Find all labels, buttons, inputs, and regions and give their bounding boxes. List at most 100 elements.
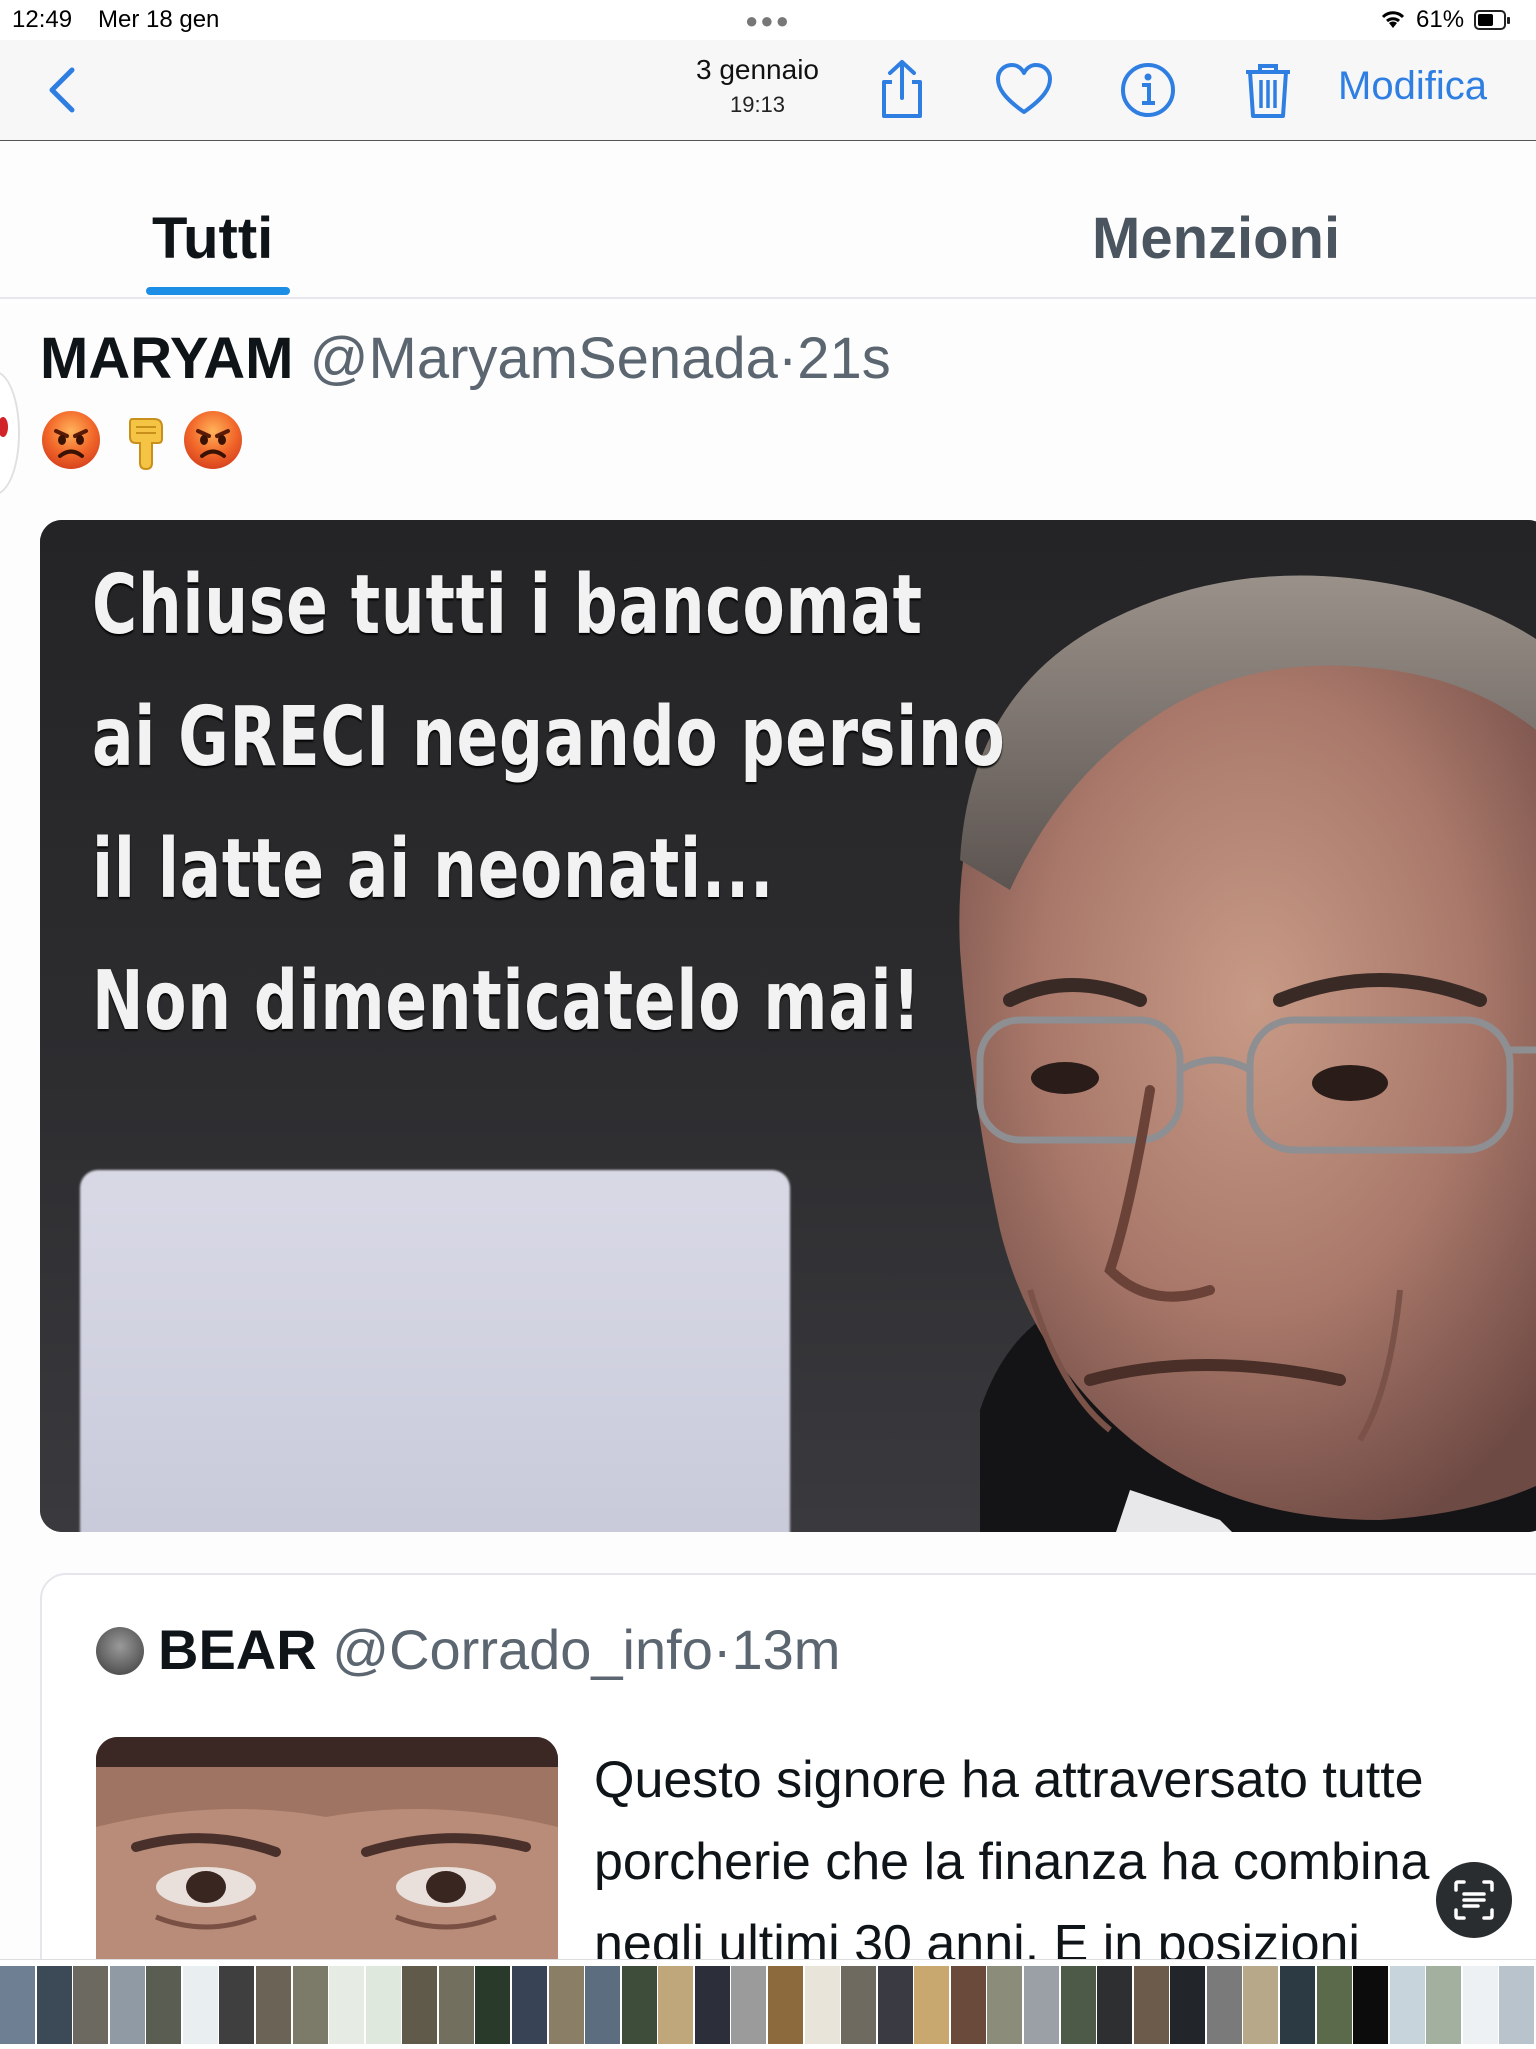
- angry-face-icon: [184, 411, 242, 469]
- separator: ·: [777, 326, 798, 391]
- thumbnail-strip[interactable]: [0, 1959, 1536, 2049]
- photo-thumbnail[interactable]: [110, 1966, 145, 2044]
- photo-thumbnail[interactable]: [549, 1966, 584, 2044]
- photo-thumbnail[interactable]: [841, 1966, 876, 2044]
- share-icon: [882, 60, 922, 118]
- caption-line: Chiuse tutti i bancomat: [92, 558, 923, 653]
- photo-thumbnail[interactable]: [37, 1966, 72, 2044]
- quoted-avatar: [96, 1627, 144, 1675]
- photo-thumbnail[interactable]: [1280, 1966, 1315, 2044]
- photo-thumbnail[interactable]: [1207, 1966, 1242, 2044]
- photo-thumbnail[interactable]: [951, 1966, 986, 2044]
- caption-line: Non dimenticatelo mai!: [92, 954, 922, 1049]
- photo-thumbnail[interactable]: [1390, 1966, 1425, 2044]
- photo-thumbnail[interactable]: [585, 1966, 620, 2044]
- photo-thumbnail[interactable]: [1353, 1966, 1388, 2044]
- chevron-left-icon: [49, 67, 75, 113]
- quoted-text-line: negli ultimi 30 anni. E in posizioni: [594, 1915, 1360, 1959]
- status-bar: 12:49 Mer 18 gen ●●● 61%: [0, 0, 1536, 40]
- quoted-text-line: porcherie che la finanza ha combina: [594, 1833, 1430, 1891]
- delete-button[interactable]: [1236, 58, 1300, 122]
- caption-line: il latte ai neonati...: [92, 822, 775, 917]
- photo-time: 19:13: [729, 92, 786, 117]
- share-button[interactable]: [870, 58, 934, 122]
- photo-thumbnail[interactable]: [1097, 1966, 1132, 2044]
- blurred-monitor: [80, 1170, 790, 1532]
- info-icon: [1121, 63, 1175, 117]
- author-name: MARYAM: [40, 326, 294, 391]
- status-date: Mer 18 gen: [98, 6, 220, 33]
- trash-icon: [1246, 64, 1290, 118]
- avatar: [0, 371, 20, 495]
- favorite-button[interactable]: [992, 58, 1056, 122]
- photo-thumbnail[interactable]: [475, 1966, 510, 2044]
- photo-thumbnail[interactable]: [1463, 1966, 1498, 2044]
- tab-mentions: Menzioni: [1092, 206, 1341, 271]
- caption-line: ai GRECI negando persino: [92, 690, 1006, 785]
- quoted-tweet-age: 13m: [731, 1618, 841, 1681]
- photo-date: 3 gennaio: [695, 54, 819, 85]
- photo-thumbnail[interactable]: [73, 1966, 108, 2044]
- active-tab-indicator: [146, 287, 290, 295]
- photo-thumbnail[interactable]: [878, 1966, 913, 2044]
- heart-icon: [996, 63, 1052, 114]
- quoted-tweet-image: [96, 1737, 558, 1959]
- battery-percent: 61%: [1416, 6, 1465, 33]
- tweet-age: 21s: [797, 326, 891, 391]
- thumbnail-list: [0, 1966, 1536, 2044]
- photo-thumbnail[interactable]: [293, 1966, 328, 2044]
- photo-thumbnail[interactable]: [0, 1966, 35, 2044]
- status-time: 12:49: [12, 6, 73, 33]
- photo-thumbnail[interactable]: [987, 1966, 1022, 2044]
- quoted-tweet-text: Questo signore ha attraversato tutte por…: [594, 1739, 1536, 1959]
- quoted-author-handle: @Corrado_info: [332, 1618, 713, 1681]
- back-button[interactable]: [40, 62, 90, 118]
- photo-thumbnail[interactable]: [1061, 1966, 1096, 2044]
- photo-thumbnail[interactable]: [1024, 1966, 1059, 2044]
- author-handle: @MaryamSenada: [309, 326, 778, 391]
- live-text-button[interactable]: [1436, 1862, 1512, 1938]
- edit-button[interactable]: Modifica: [1338, 64, 1487, 109]
- tweet-tabs: Tutti Menzioni: [0, 141, 1536, 299]
- photo-thumbnail[interactable]: [256, 1966, 291, 2044]
- photo-thumbnail[interactable]: [219, 1966, 254, 2044]
- photo-thumbnail[interactable]: [914, 1966, 949, 2044]
- battery-icon: [1474, 10, 1510, 30]
- quoted-tweet: BEAR @Corrado_info·13m Questo signore ha…: [40, 1573, 1536, 1959]
- photo-date-title: 3 gennaio 19:13: [640, 54, 875, 118]
- tweet-image: Chiuse tutti i bancomat ai GRECI negando…: [40, 520, 1536, 1532]
- photo-thumbnail[interactable]: [1499, 1966, 1534, 2044]
- tab-all: Tutti: [152, 206, 274, 271]
- pointing-down-icon: [129, 418, 163, 471]
- separator: ·: [712, 1618, 732, 1681]
- angry-face-icon: [42, 411, 100, 469]
- photo-thumbnail[interactable]: [1426, 1966, 1461, 2044]
- photo-thumbnail[interactable]: [805, 1966, 840, 2044]
- photo-thumbnail[interactable]: [768, 1966, 803, 2044]
- tweet-author: MARYAM @MaryamSenada·21s: [40, 325, 891, 392]
- man-portrait-image: [959, 575, 1536, 1532]
- photo-thumbnail[interactable]: [731, 1966, 766, 2044]
- photo-thumbnail[interactable]: [1243, 1966, 1278, 2044]
- photo-thumbnail[interactable]: [439, 1966, 474, 2044]
- photo-thumbnail[interactable]: [695, 1966, 730, 2044]
- photo-thumbnail[interactable]: [658, 1966, 693, 2044]
- photo-thumbnail[interactable]: [1170, 1966, 1205, 2044]
- photo-thumbnail[interactable]: [183, 1966, 218, 2044]
- image-caption: Chiuse tutti i bancomat ai GRECI negando…: [92, 540, 1006, 1068]
- photo-thumbnail[interactable]: [622, 1966, 657, 2044]
- info-button[interactable]: [1116, 58, 1180, 122]
- photo-thumbnail[interactable]: [146, 1966, 181, 2044]
- photo-thumbnail[interactable]: [366, 1966, 401, 2044]
- photo-content: Tutti Menzioni MARYAM @MaryamSenada·21s: [0, 141, 1536, 1959]
- wifi-icon: [1380, 8, 1406, 36]
- photo-thumbnail[interactable]: [1317, 1966, 1352, 2044]
- photo-thumbnail[interactable]: [512, 1966, 547, 2044]
- photo-thumbnail[interactable]: [1134, 1966, 1169, 2044]
- photo-toolbar: 3 gennaio 19:13 Modifica: [0, 40, 1536, 141]
- multitasking-dots-icon[interactable]: ●●●: [745, 8, 791, 34]
- quoted-text-line: Questo signore ha attraversato tutte: [594, 1751, 1424, 1809]
- live-text-icon: [1454, 1880, 1494, 1920]
- photo-thumbnail[interactable]: [329, 1966, 364, 2044]
- photo-thumbnail[interactable]: [402, 1966, 437, 2044]
